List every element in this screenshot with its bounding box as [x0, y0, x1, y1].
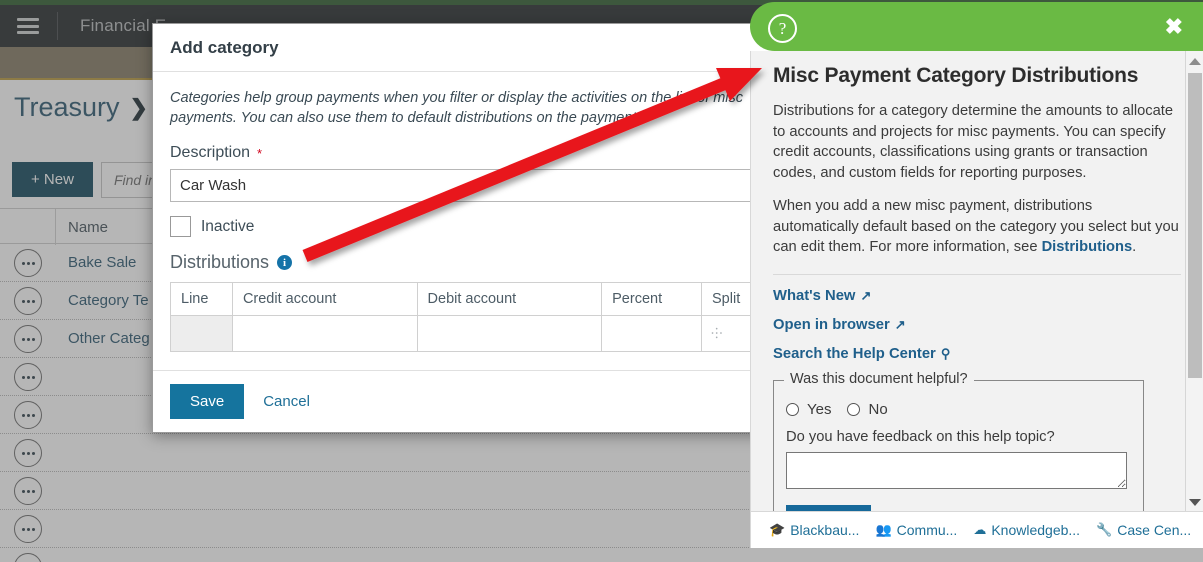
feedback-no-label: No — [868, 400, 888, 418]
distributions-table: Line Credit account Debit account Percen… — [170, 282, 766, 352]
distributions-doc-link[interactable]: Distributions — [1042, 239, 1133, 255]
cell-credit-account[interactable] — [232, 315, 418, 352]
community-link[interactable]: 👥 Commu... — [875, 522, 957, 538]
help-panel-header: ? ✖ — [750, 2, 1203, 51]
feedback-legend: Was this document helpful? — [784, 370, 974, 387]
open-in-browser-link[interactable]: Open in browser ↗ — [773, 317, 1181, 333]
column-header-line[interactable]: Line — [170, 282, 233, 316]
inactive-checkbox-row: Inactive — [170, 216, 764, 237]
cloud-icon: ☁ — [973, 522, 987, 537]
search-help-center-link[interactable]: Search the Help Center ⚲ — [773, 346, 1181, 362]
cell-line — [170, 315, 233, 352]
column-header-credit-account[interactable]: Credit account — [232, 282, 418, 316]
help-paragraph-2-end: . — [1132, 239, 1137, 255]
inactive-label: Inactive — [201, 217, 255, 235]
help-panel-title: Misc Payment Category Distributions — [773, 64, 1139, 87]
dialog-helper-text: Categories help group payments when you … — [170, 90, 744, 126]
scroll-up-icon[interactable] — [1189, 58, 1201, 65]
help-panel-footer: 🎓 Blackbau... 👥 Commu... ☁ Knowledgeb...… — [750, 511, 1203, 548]
dialog-body: Categories help group payments when you … — [153, 72, 781, 352]
feedback-prompt: Do you have feedback on this help topic? — [786, 428, 1055, 445]
blackbaud-university-link[interactable]: 🎓 Blackbau... — [769, 522, 859, 538]
add-category-dialog: Add category Categories help group payme… — [152, 23, 782, 433]
feedback-yes-label: Yes — [807, 400, 832, 418]
distributions-label-text: Distributions — [170, 252, 270, 272]
graduation-cap-icon: 🎓 — [769, 522, 786, 537]
cell-debit-account[interactable] — [417, 315, 603, 352]
wrench-icon: 🔧 — [1096, 522, 1113, 537]
feedback-radio-row: Yes No — [786, 401, 1131, 418]
search-help-center-label: Search the Help Center — [773, 345, 936, 362]
dialog-footer: Save Cancel — [153, 370, 781, 432]
external-link-icon: ↗ — [894, 316, 906, 332]
distributions-section-label: Distributions i — [170, 252, 764, 273]
help-paragraph-2: When you add a new misc payment, distrib… — [773, 196, 1181, 258]
knowledgebase-label: Knowledgeb... — [991, 522, 1081, 538]
save-button[interactable]: Save — [170, 384, 245, 419]
help-question-icon[interactable]: ? — [768, 14, 797, 43]
cancel-button[interactable]: Cancel — [263, 393, 310, 410]
screen: Financial E Treasury ❯ C + New Find in N… — [0, 0, 1203, 562]
help-paragraph-1: Distributions for a category determine t… — [773, 103, 1174, 181]
community-label: Commu... — [896, 522, 958, 538]
feedback-textarea[interactable] — [786, 451, 1127, 489]
scroll-down-icon[interactable] — [1189, 499, 1201, 506]
knowledgebase-link[interactable]: ☁ Knowledgeb... — [973, 522, 1080, 538]
dialog-title: Add category — [170, 37, 279, 57]
scrollbar-thumb[interactable] — [1188, 73, 1202, 378]
open-in-browser-label: Open in browser — [773, 316, 890, 333]
case-central-label: Case Cen... — [1117, 522, 1192, 538]
whats-new-link[interactable]: What's New ↗ — [773, 288, 1181, 304]
feedback-no-radio[interactable] — [847, 402, 861, 416]
distributions-header-row: Line Credit account Debit account Percen… — [170, 282, 766, 316]
column-header-percent[interactable]: Percent — [601, 282, 703, 316]
cell-percent[interactable] — [601, 315, 703, 352]
close-icon[interactable]: ✖ — [1165, 16, 1183, 38]
dialog-header: Add category — [153, 24, 781, 72]
required-marker: * — [257, 145, 263, 161]
help-panel: ? ✖ Misc Payment Category Distributions … — [750, 0, 1203, 555]
people-icon: 👥 — [875, 522, 892, 537]
description-label-text: Description — [170, 144, 251, 161]
help-panel-scrollbar[interactable] — [1185, 51, 1203, 518]
case-central-link[interactable]: 🔧 Case Cen... — [1096, 522, 1191, 538]
inactive-checkbox[interactable] — [170, 216, 191, 237]
help-panel-body: Misc Payment Category Distributions Dist… — [750, 51, 1203, 518]
search-icon: ⚲ — [940, 345, 951, 361]
feedback-yes-radio[interactable] — [786, 402, 799, 416]
distributions-info-icon[interactable]: i — [277, 255, 293, 270]
feedback-fieldset: Was this document helpful? Yes No Do you… — [773, 370, 1144, 518]
description-label: Description * — [170, 144, 764, 162]
divider — [773, 273, 1181, 275]
description-input[interactable] — [170, 169, 766, 202]
whats-new-label: What's New — [773, 287, 856, 304]
external-link-icon: ↗ — [860, 287, 872, 303]
help-content: Misc Payment Category Distributions Dist… — [751, 51, 1203, 518]
column-header-debit-account[interactable]: Debit account — [417, 282, 603, 316]
blackbaud-university-label: Blackbau... — [790, 522, 860, 538]
table-row[interactable]: ⸭ — [170, 315, 766, 352]
